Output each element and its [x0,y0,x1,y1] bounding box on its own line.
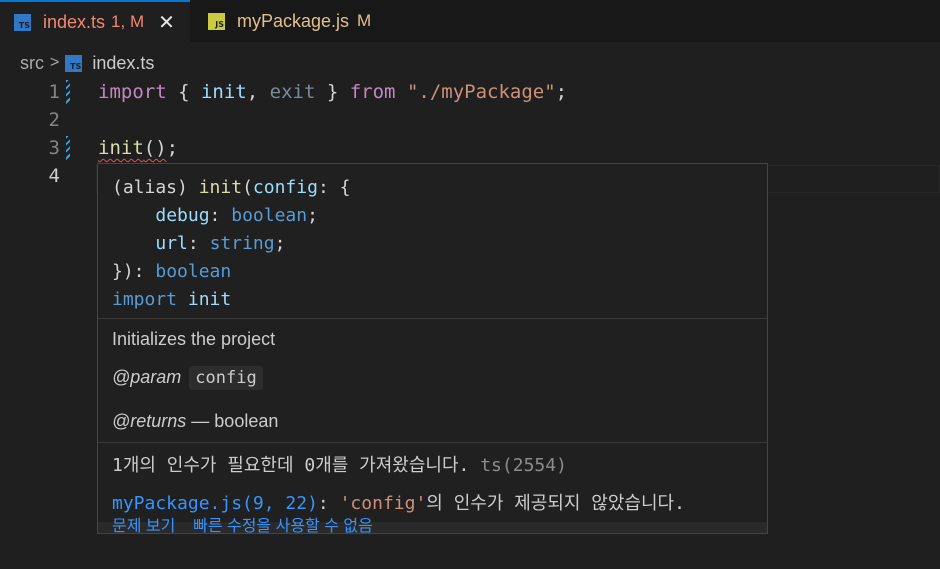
tab-index-ts[interactable]: TS index.ts 1, M ✕ [0,0,190,42]
modified-gutter-indicator [66,136,70,160]
code-text: import { init, exit } from "./myPackage"… [98,81,568,103]
line-number: 4 [48,165,60,187]
tab-mypackage-js[interactable]: JS myPackage.js M [194,0,408,42]
chevron-right-icon: > [50,54,60,71]
param-doc: @param config [112,366,263,390]
error-message: 1개의 인수가 필요한데 0개를 가져왔습니다. ts(2554) [112,455,567,476]
error-squiggle: init [98,137,144,159]
line-number: 3 [48,137,60,159]
status-actions-bar: 문제 보기 빠른 수정을 사용할 수 없음 [98,518,767,533]
tab-badge: M [357,11,372,30]
hover-tooltip[interactable]: (alias) init(config: { debug: boolean; u… [97,163,768,534]
related-location-link[interactable]: myPackage.js(9, 22) [112,493,318,514]
returns-doc: @returns — boolean [112,411,279,431]
tab-label: myPackage.js [237,10,350,31]
close-icon[interactable]: ✕ [158,10,175,35]
tab-label: index.ts [43,11,106,32]
hover-signature: (alias) init(config: { debug: boolean; u… [112,177,351,310]
code-line: 3 init(); [0,134,940,162]
breadcrumb-file[interactable]: index.ts [92,53,154,74]
breadcrumb: src > TS index.ts [20,50,154,76]
tab-bar: TS index.ts 1, M ✕ JS myPackage.js M [0,0,940,42]
hover-description: Initializes the project [112,329,276,349]
code-line: 1 import { init, exit } from "./myPackag… [0,78,940,106]
breadcrumb-folder[interactable]: src [20,53,44,74]
quick-fix-link[interactable]: 문제 보기 빠른 수정을 사용할 수 없음 [112,512,373,533]
modified-gutter-indicator [66,80,70,104]
divider [98,442,767,443]
code-text: init(); [98,137,179,159]
typescript-file-icon: TS [14,13,31,31]
code-line: 2 [0,106,940,134]
typescript-file-icon: TS [65,54,83,72]
javascript-file-icon: JS [208,12,225,30]
line-number: 1 [48,81,60,103]
tab-badge: 1, M [111,12,145,31]
line-number: 2 [48,109,60,131]
divider [98,318,767,319]
